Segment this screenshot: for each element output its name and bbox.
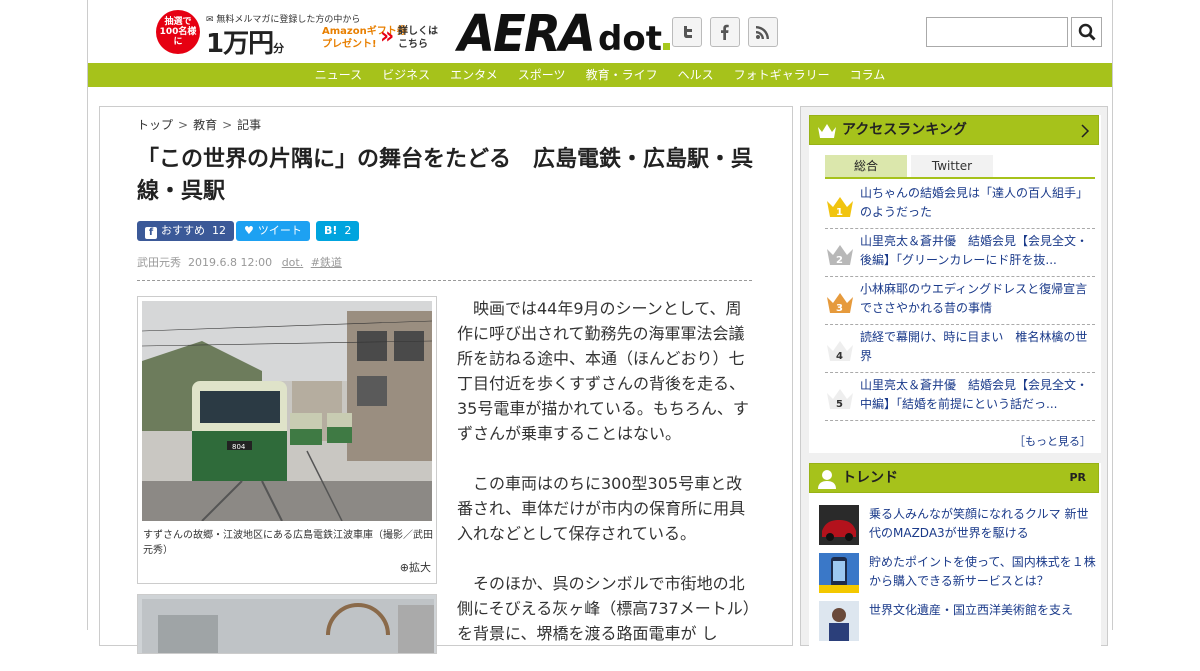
logo-dot-mark: [663, 43, 670, 50]
newsletter-promo-banner[interactable]: 抽選で100名様に ✉ 無料メルマガに登録した方の中から 1万円分 Amazon…: [156, 10, 446, 59]
person-icon: [818, 470, 836, 489]
facebook-icon: f: [145, 227, 157, 239]
ranking-more-link[interactable]: ［もっと見る］: [1014, 433, 1091, 449]
tram-depot-photo: 804: [142, 301, 432, 521]
phone-thumbnail: [819, 553, 859, 593]
museum-thumbnail: [819, 601, 859, 641]
ranking-item[interactable]: 1 山ちゃんの結婚会見は「達人の百人組手」のようだった: [825, 181, 1095, 229]
article-byline: 武田元秀 2019.6.8 12:00 dot. #鉄道: [137, 254, 342, 270]
nav-item-news[interactable]: ニュース: [305, 63, 372, 87]
trend-item[interactable]: 世界文化遺産・国立西洋美術館を支え: [819, 601, 1099, 641]
photo-caption: すずさんの故郷・江波地区にある広島電鉄江波車庫（撮影／武田元秀）: [143, 530, 433, 556]
trend-header: トレンド PR: [809, 463, 1099, 493]
article-body: 映画では44年9月のシーンとして、周作に呼び出されて勤務先の海軍軍法会議所を訪ね…: [457, 296, 757, 671]
tab-overall[interactable]: 総合: [825, 155, 907, 177]
ranking-item[interactable]: 2 山里亮太＆蒼井優 結婚会見【会見全文・後編】「グリーンカレーにド肝を抜...: [825, 229, 1095, 277]
tab-twitter[interactable]: Twitter: [911, 155, 993, 177]
svg-text:4: 4: [836, 351, 843, 362]
author-name: 武田元秀: [137, 256, 181, 269]
svg-text:804: 804: [232, 443, 246, 451]
nav-item-education-life[interactable]: 教育・ライフ: [576, 63, 668, 87]
article-column: トップ > 教育 > 記事 「この世界の片隅に」の舞台をたどる 広島電鉄・広島駅・呉線・…: [99, 106, 793, 654]
article-photo[interactable]: 804 すずさんの故郷・江波地区にある広島電鉄江波車庫（撮影／武田元秀） ⊕拡大: [137, 296, 437, 584]
rank-1-crown-icon: 1: [827, 197, 853, 218]
nav-item-sports[interactable]: スポーツ: [508, 63, 576, 87]
ranking-header[interactable]: アクセスランキング: [809, 115, 1099, 145]
byline-divider: [137, 280, 752, 281]
breadcrumb-current: 記事: [237, 118, 262, 132]
ranking-item[interactable]: 4 読経で幕開け、時に目まい 椎名林檎の世界: [825, 325, 1095, 373]
main-nav: ニュース ビジネス エンタメ スポーツ 教育・ライフ ヘルス フォトギャラリー …: [88, 63, 1112, 87]
rss-icon[interactable]: [748, 17, 778, 47]
car-thumbnail: [819, 505, 859, 545]
svg-text:1: 1: [836, 207, 843, 218]
nav-item-column[interactable]: コラム: [840, 63, 896, 87]
promo-badge: 抽選で100名様に: [156, 10, 200, 54]
chevron-right-icon: [1081, 124, 1090, 138]
svg-text:2: 2: [836, 255, 843, 266]
site-container: 抽選で100名様に ✉ 無料メルマガに登録した方の中から 1万円分 Amazon…: [87, 0, 1113, 654]
nav-item-photo-gallery[interactable]: フォトギャラリー: [724, 63, 840, 87]
trend-item[interactable]: 貯めたポイントを使って、国内株式を１株から購入できる新サービスとは？: [819, 553, 1099, 593]
promo-amount: 1万円分: [206, 29, 284, 59]
trend-box: トレンド PR 乗る人みんなが笑顔になれるクルマ 新世代のMAZDA3が世界を駆…: [809, 463, 1101, 653]
article-photo-2[interactable]: [137, 594, 437, 654]
twitter-share-button[interactable]: ♥ ツイート: [236, 221, 310, 241]
chevron-right-icon: >: [178, 118, 189, 132]
breadcrumb-home[interactable]: トップ: [137, 118, 173, 132]
chevron-right-icon: >: [222, 118, 233, 132]
svg-text:5: 5: [836, 399, 843, 410]
sidebar: アクセスランキング 総合 Twitter 1 山ちゃんの結婚会見は「達人の百人組…: [800, 106, 1108, 653]
publish-date: 2019.6.8 12:00: [188, 256, 273, 269]
logo-dot: dot: [598, 19, 662, 59]
facebook-share-button[interactable]: f おすすめ 12: [137, 221, 234, 241]
nav-item-health[interactable]: ヘルス: [668, 63, 724, 87]
zoom-button[interactable]: ⊕拡大: [400, 559, 431, 575]
magnifier-plus-icon: ⊕: [399, 561, 409, 574]
twitter-bird-icon: ♥: [244, 224, 254, 237]
site-logo[interactable]: AERA dot: [458, 5, 670, 63]
hatena-bookmark-button[interactable]: B! 2: [316, 221, 360, 241]
logo-aera: AERA: [458, 4, 596, 64]
trend-item[interactable]: 乗る人みんなが笑顔になれるクルマ 新世代のMAZDA3が世界を駆ける: [819, 505, 1099, 545]
ranking-item[interactable]: 3 小林麻耶のウエディングドレスと復帰宣言でささやかれる昔の事情: [825, 277, 1095, 325]
search-button[interactable]: [1071, 17, 1102, 47]
facebook-icon[interactable]: [710, 17, 740, 47]
article-title: 「この世界の片隅に」の舞台をたどる 広島電鉄・広島駅・呉線・呉駅: [137, 147, 754, 204]
article-paragraph: 映画では44年9月のシーンとして、周作に呼び出されて勤務先の海軍軍法会議所を訪ね…: [457, 299, 749, 443]
crown-icon: [818, 124, 836, 138]
breadcrumb: トップ > 教育 > 記事: [137, 116, 261, 133]
pr-badge: PR: [1069, 471, 1086, 484]
article-paragraph: この車両はのちに300型305号車と改番され、車体だけが市内の保育所に用具入れな…: [457, 474, 746, 543]
ranking-box: アクセスランキング 総合 Twitter 1 山ちゃんの結婚会見は「達人の百人組…: [809, 115, 1101, 453]
rank-3-crown-icon: 3: [827, 293, 853, 314]
breadcrumb-section[interactable]: 教育: [193, 118, 217, 132]
promo-more-link[interactable]: 詳しくは こちら: [398, 25, 438, 51]
source-link[interactable]: dot.: [282, 256, 304, 269]
svg-text:3: 3: [836, 303, 843, 314]
ranking-item[interactable]: 5 山里亮太＆蒼井優 結婚会見【会見全文・中編】「結婚を前提にという話だっ...: [825, 373, 1095, 421]
tag-link[interactable]: #鉄道: [311, 256, 342, 269]
nav-item-business[interactable]: ビジネス: [372, 63, 440, 87]
twitter-icon[interactable]: [672, 17, 702, 47]
search-icon: [1078, 23, 1096, 41]
chevron-right-icon: »: [380, 24, 395, 49]
nav-item-entertainment[interactable]: エンタメ: [440, 63, 508, 87]
rank-5-badge-icon: 5: [827, 389, 853, 410]
ranking-tabs: 総合 Twitter: [825, 155, 1095, 179]
search-input[interactable]: [926, 17, 1068, 47]
rank-2-crown-icon: 2: [827, 245, 853, 266]
article-paragraph: そのほか、呉のシンボルで市街地の北側にそびえる灰ヶ峰（標高737メートル）を背景…: [457, 574, 751, 643]
rank-4-badge-icon: 4: [827, 341, 853, 362]
site-header: 抽選で100名様に ✉ 無料メルマガに登録した方の中から 1万円分 Amazon…: [88, 0, 1112, 63]
